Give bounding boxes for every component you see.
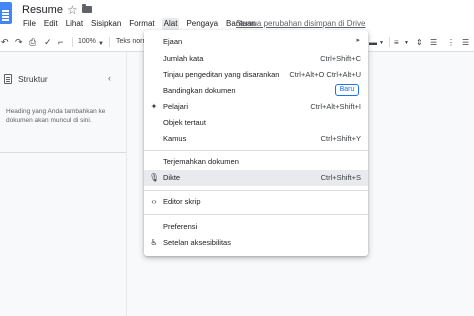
menu-item-accessibility-settings[interactable]: ♿︎ Setelan aksesibilitas <box>144 235 368 251</box>
outline-title: Struktur <box>18 74 48 84</box>
docs-logo-icon[interactable] <box>0 2 12 24</box>
insert-image-icon[interactable]: ▬ <box>369 38 377 47</box>
spellcheck-icon[interactable]: ✓ <box>44 36 52 48</box>
accessibility-icon: ♿︎ <box>150 238 158 247</box>
toolbar-divider <box>389 37 390 47</box>
menu-item-translate-document[interactable]: Terjemahkan dokumen <box>144 154 368 170</box>
menu-tools[interactable]: Alat <box>161 18 180 30</box>
print-icon[interactable]: ⎙ <box>29 36 36 48</box>
document-title[interactable]: Resume <box>22 4 63 16</box>
title-bar: Resume ☆ File Edit Lihat Sisipkan Format… <box>0 0 474 32</box>
numbered-list-icon[interactable]: ☰ <box>462 38 469 47</box>
menu-insert[interactable]: Sisipkan <box>90 18 122 30</box>
menu-item-spelling[interactable]: Ejaan ▸ <box>144 34 368 50</box>
paint-format-icon[interactable]: ⌐ <box>58 36 63 48</box>
menu-divider <box>144 150 368 151</box>
code-icon: ‹› <box>151 197 157 206</box>
canvas-edge <box>126 52 127 316</box>
folder-icon[interactable] <box>82 4 92 13</box>
menu-item-dictionary[interactable]: Kamus Ctrl+Shift+Y <box>144 131 368 147</box>
menu-addons[interactable]: Pengaya <box>185 18 219 30</box>
align-chevron-icon[interactable]: ▼ <box>404 39 409 48</box>
save-status-link[interactable]: Semua perubahan disimpan di Drive <box>236 18 365 30</box>
menu-item-explore[interactable]: ✦ Pelajari Ctrl+Alt+Shift+I <box>144 99 368 115</box>
zoom-chevron-icon[interactable]: ▼ <box>98 38 104 50</box>
line-spacing-icon[interactable]: ⇕ <box>416 38 423 47</box>
menu-divider <box>144 214 368 215</box>
menu-edit[interactable]: Edit <box>43 18 59 30</box>
menu-item-script-editor[interactable]: ‹› Editor skrip <box>144 194 368 210</box>
align-left-icon[interactable]: ≡ <box>394 38 399 47</box>
menu-item-linked-objects[interactable]: Objek tertaut <box>144 115 368 131</box>
image-chevron-icon[interactable]: ▼ <box>379 39 384 48</box>
mic-icon: 🎙︎ <box>149 173 160 182</box>
menu-item-preferences[interactable]: Preferensi <box>144 219 368 235</box>
menu-bar: File Edit Lihat Sisipkan Format Alat Pen… <box>22 18 263 30</box>
menu-item-compare-documents[interactable]: Bandingkan dokumen Baru <box>144 83 368 99</box>
collapse-outline-icon[interactable]: ‹ <box>108 73 111 83</box>
outline-hint: Heading yang Anda tambahkan ke dokumen a… <box>6 108 106 124</box>
redo-icon[interactable]: ↷ <box>15 36 23 48</box>
star-icon[interactable]: ☆ <box>67 3 78 17</box>
new-badge: Baru <box>335 84 359 96</box>
menu-view[interactable]: Lihat <box>65 18 84 30</box>
docs-window: Resume ☆ File Edit Lihat Sisipkan Format… <box>0 0 474 316</box>
checklist-icon[interactable]: ☰ <box>430 38 437 47</box>
tools-menu: Ejaan ▸ Jumlah kata Ctrl+Shift+C Tinjau … <box>144 30 368 256</box>
toolbar-divider <box>72 37 73 47</box>
outline-icon <box>4 74 12 84</box>
toolbar-divider <box>109 37 110 47</box>
outline-divider <box>0 152 126 153</box>
menu-format[interactable]: Format <box>128 18 155 30</box>
menu-item-word-count[interactable]: Jumlah kata Ctrl+Shift+C <box>144 51 368 67</box>
menu-item-voice-typing[interactable]: 🎙︎ Dikte Ctrl+Shift+S <box>144 170 368 186</box>
menu-item-review-suggested-edits[interactable]: Tinjau pengeditan yang disarankan Ctrl+A… <box>144 67 368 83</box>
undo-icon[interactable]: ↶ <box>1 36 9 48</box>
menu-divider <box>144 190 368 191</box>
menu-file[interactable]: File <box>22 18 37 30</box>
outline-panel: Struktur ‹ Heading yang Anda tambahkan k… <box>0 66 126 316</box>
submenu-arrow-icon: ▸ <box>356 37 360 44</box>
zoom-select[interactable]: 100% <box>78 37 96 47</box>
bulleted-list-icon[interactable]: ⋮ <box>447 38 455 47</box>
explore-icon: ✦ <box>150 102 158 111</box>
